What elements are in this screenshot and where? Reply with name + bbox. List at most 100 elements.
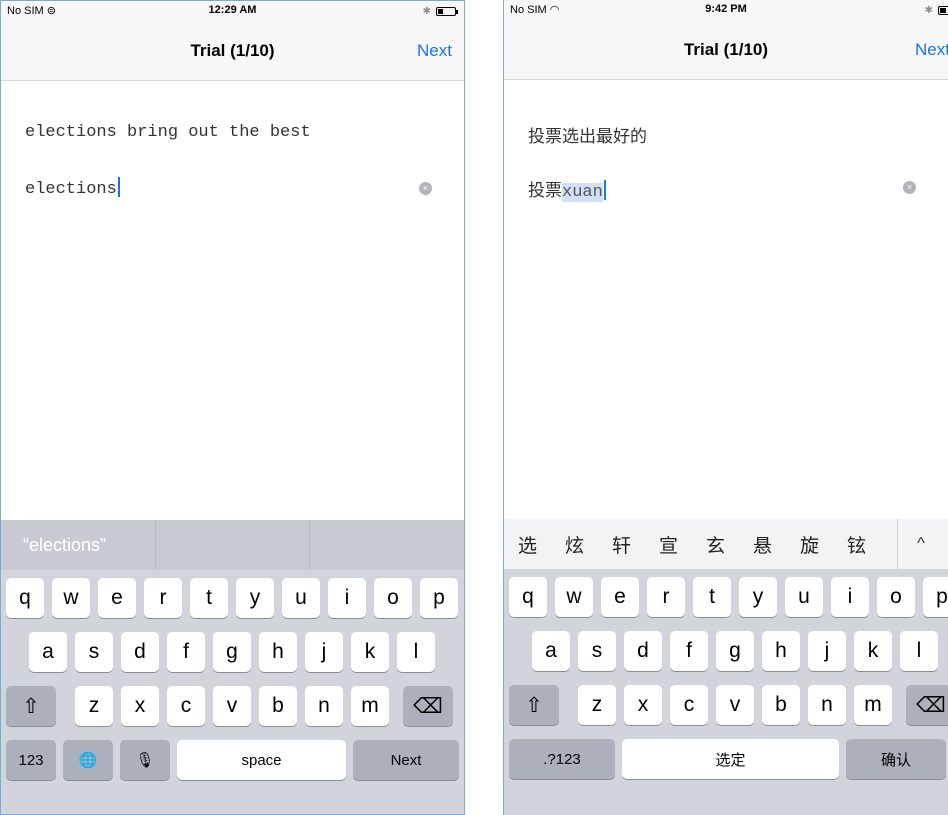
key-y[interactable]: y xyxy=(739,577,777,617)
key-c[interactable]: c xyxy=(167,686,205,726)
navigation-bar: Trial (1/10) Next xyxy=(504,20,948,80)
suggestion-1[interactable]: “elections” xyxy=(1,520,156,570)
numbers-key[interactable]: 123 xyxy=(6,740,56,780)
key-b[interactable]: b xyxy=(762,685,800,725)
candidate-1[interactable]: 选 xyxy=(504,531,551,558)
key-m[interactable]: m xyxy=(351,686,389,726)
prompt-phrase: elections bring out the best xyxy=(25,123,311,142)
clear-icon[interactable]: × xyxy=(419,182,432,195)
right-phone-screen: No SIM ◠ 9:42 PM ✱ Trial (1/10) Next 投票选… xyxy=(503,0,948,815)
candidate-5[interactable]: 玄 xyxy=(692,531,739,558)
navigation-bar: Trial (1/10) Next xyxy=(1,21,464,81)
key-h[interactable]: h xyxy=(762,631,800,671)
expand-candidates-icon[interactable]: ^ xyxy=(897,519,944,569)
key-i[interactable]: i xyxy=(831,577,869,617)
shift-icon[interactable]: ⇧ xyxy=(6,686,56,726)
suggestion-2[interactable] xyxy=(156,520,311,570)
key-s[interactable]: s xyxy=(578,631,616,671)
candidate-3[interactable]: 轩 xyxy=(598,531,645,558)
key-x[interactable]: x xyxy=(121,686,159,726)
committed-text: 投票 xyxy=(528,181,562,200)
candidate-7[interactable]: 旋 xyxy=(786,531,833,558)
left-phone-screen: No SIM ⊜ 12:29 AM ✱ Trial (1/10) Next el… xyxy=(0,0,465,815)
candidate-6[interactable]: 悬 xyxy=(739,531,786,558)
text-input[interactable]: elections × xyxy=(25,173,434,205)
delete-icon[interactable]: ⌫ xyxy=(906,685,948,725)
key-w[interactable]: w xyxy=(555,577,593,617)
key-d[interactable]: d xyxy=(624,631,662,671)
prompt-phrase: 投票选出最好的 xyxy=(528,127,647,146)
key-o[interactable]: o xyxy=(374,578,412,618)
key-n[interactable]: n xyxy=(808,685,846,725)
key-p[interactable]: p xyxy=(923,577,948,617)
key-g[interactable]: g xyxy=(213,632,251,672)
key-u[interactable]: u xyxy=(282,578,320,618)
key-f[interactable]: f xyxy=(670,631,708,671)
clear-icon[interactable]: × xyxy=(903,181,916,194)
page-title: Trial (1/10) xyxy=(190,41,275,60)
key-q[interactable]: q xyxy=(6,578,44,618)
key-n[interactable]: n xyxy=(305,686,343,726)
key-x[interactable]: x xyxy=(624,685,662,725)
next-key[interactable]: Next xyxy=(353,740,459,780)
key-r[interactable]: r xyxy=(144,578,182,618)
key-m[interactable]: m xyxy=(854,685,892,725)
key-i[interactable]: i xyxy=(328,578,366,618)
key-a[interactable]: a xyxy=(532,631,570,671)
candidate-bar: 选 炫 轩 宣 玄 悬 旋 铉 ^ xyxy=(504,519,948,569)
text-cursor xyxy=(603,180,606,200)
globe-icon[interactable]: 🌐 xyxy=(63,740,113,780)
candidate-2[interactable]: 炫 xyxy=(551,531,598,558)
bluetooth-icon: ✱ xyxy=(422,5,431,17)
keyboard: q w e r t y u i o p a s d f g h j k l ⇧ z x c v b n m ⌫ .?123 选定 确认 xyxy=(504,569,948,815)
key-e[interactable]: e xyxy=(601,577,639,617)
key-z[interactable]: z xyxy=(75,686,113,726)
key-a[interactable]: a xyxy=(29,632,67,672)
key-y[interactable]: y xyxy=(236,578,274,618)
candidate-8[interactable]: 铉 xyxy=(833,531,880,558)
key-f[interactable]: f xyxy=(167,632,205,672)
bluetooth-icon: ✱ xyxy=(924,4,933,16)
key-k[interactable]: k xyxy=(351,632,389,672)
battery-icon xyxy=(436,6,458,16)
key-v[interactable]: v xyxy=(716,685,754,725)
microphone-icon[interactable]: 🎙 xyxy=(120,740,170,780)
key-h[interactable]: h xyxy=(259,632,297,672)
key-t[interactable]: t xyxy=(190,578,228,618)
key-g[interactable]: g xyxy=(716,631,754,671)
predictive-bar: “elections” xyxy=(1,520,464,570)
key-j[interactable]: j xyxy=(305,632,343,672)
key-s[interactable]: s xyxy=(75,632,113,672)
numbers-key[interactable]: .?123 xyxy=(509,739,615,779)
key-w[interactable]: w xyxy=(52,578,90,618)
key-r[interactable]: r xyxy=(647,577,685,617)
key-v[interactable]: v xyxy=(213,686,251,726)
text-cursor xyxy=(117,177,120,197)
key-o[interactable]: o xyxy=(877,577,915,617)
key-e[interactable]: e xyxy=(98,578,136,618)
key-z[interactable]: z xyxy=(578,685,616,725)
select-key[interactable]: 选定 xyxy=(622,739,839,779)
key-d[interactable]: d xyxy=(121,632,159,672)
delete-icon[interactable]: ⌫ xyxy=(403,686,453,726)
key-l[interactable]: l xyxy=(397,632,435,672)
key-b[interactable]: b xyxy=(259,686,297,726)
key-c[interactable]: c xyxy=(670,685,708,725)
key-j[interactable]: j xyxy=(808,631,846,671)
key-t[interactable]: t xyxy=(693,577,731,617)
key-u[interactable]: u xyxy=(785,577,823,617)
suggestion-3[interactable] xyxy=(310,520,464,570)
shift-icon[interactable]: ⇧ xyxy=(509,685,559,725)
battery-icon xyxy=(938,5,948,15)
confirm-key[interactable]: 确认 xyxy=(846,739,946,779)
text-input[interactable]: 投票xuan × xyxy=(528,172,918,204)
keyboard: q w e r t y u i o p a s d f g h j k l ⇧ z x c v b n m ⌫ 123 🌐 🎙 space Ne… xyxy=(1,570,464,814)
key-l[interactable]: l xyxy=(900,631,938,671)
key-q[interactable]: q xyxy=(509,577,547,617)
next-button[interactable]: Next xyxy=(915,40,948,60)
space-key[interactable]: space xyxy=(177,740,346,780)
key-k[interactable]: k xyxy=(854,631,892,671)
key-p[interactable]: p xyxy=(420,578,458,618)
next-button[interactable]: Next xyxy=(417,41,452,61)
candidate-4[interactable]: 宣 xyxy=(645,531,692,558)
